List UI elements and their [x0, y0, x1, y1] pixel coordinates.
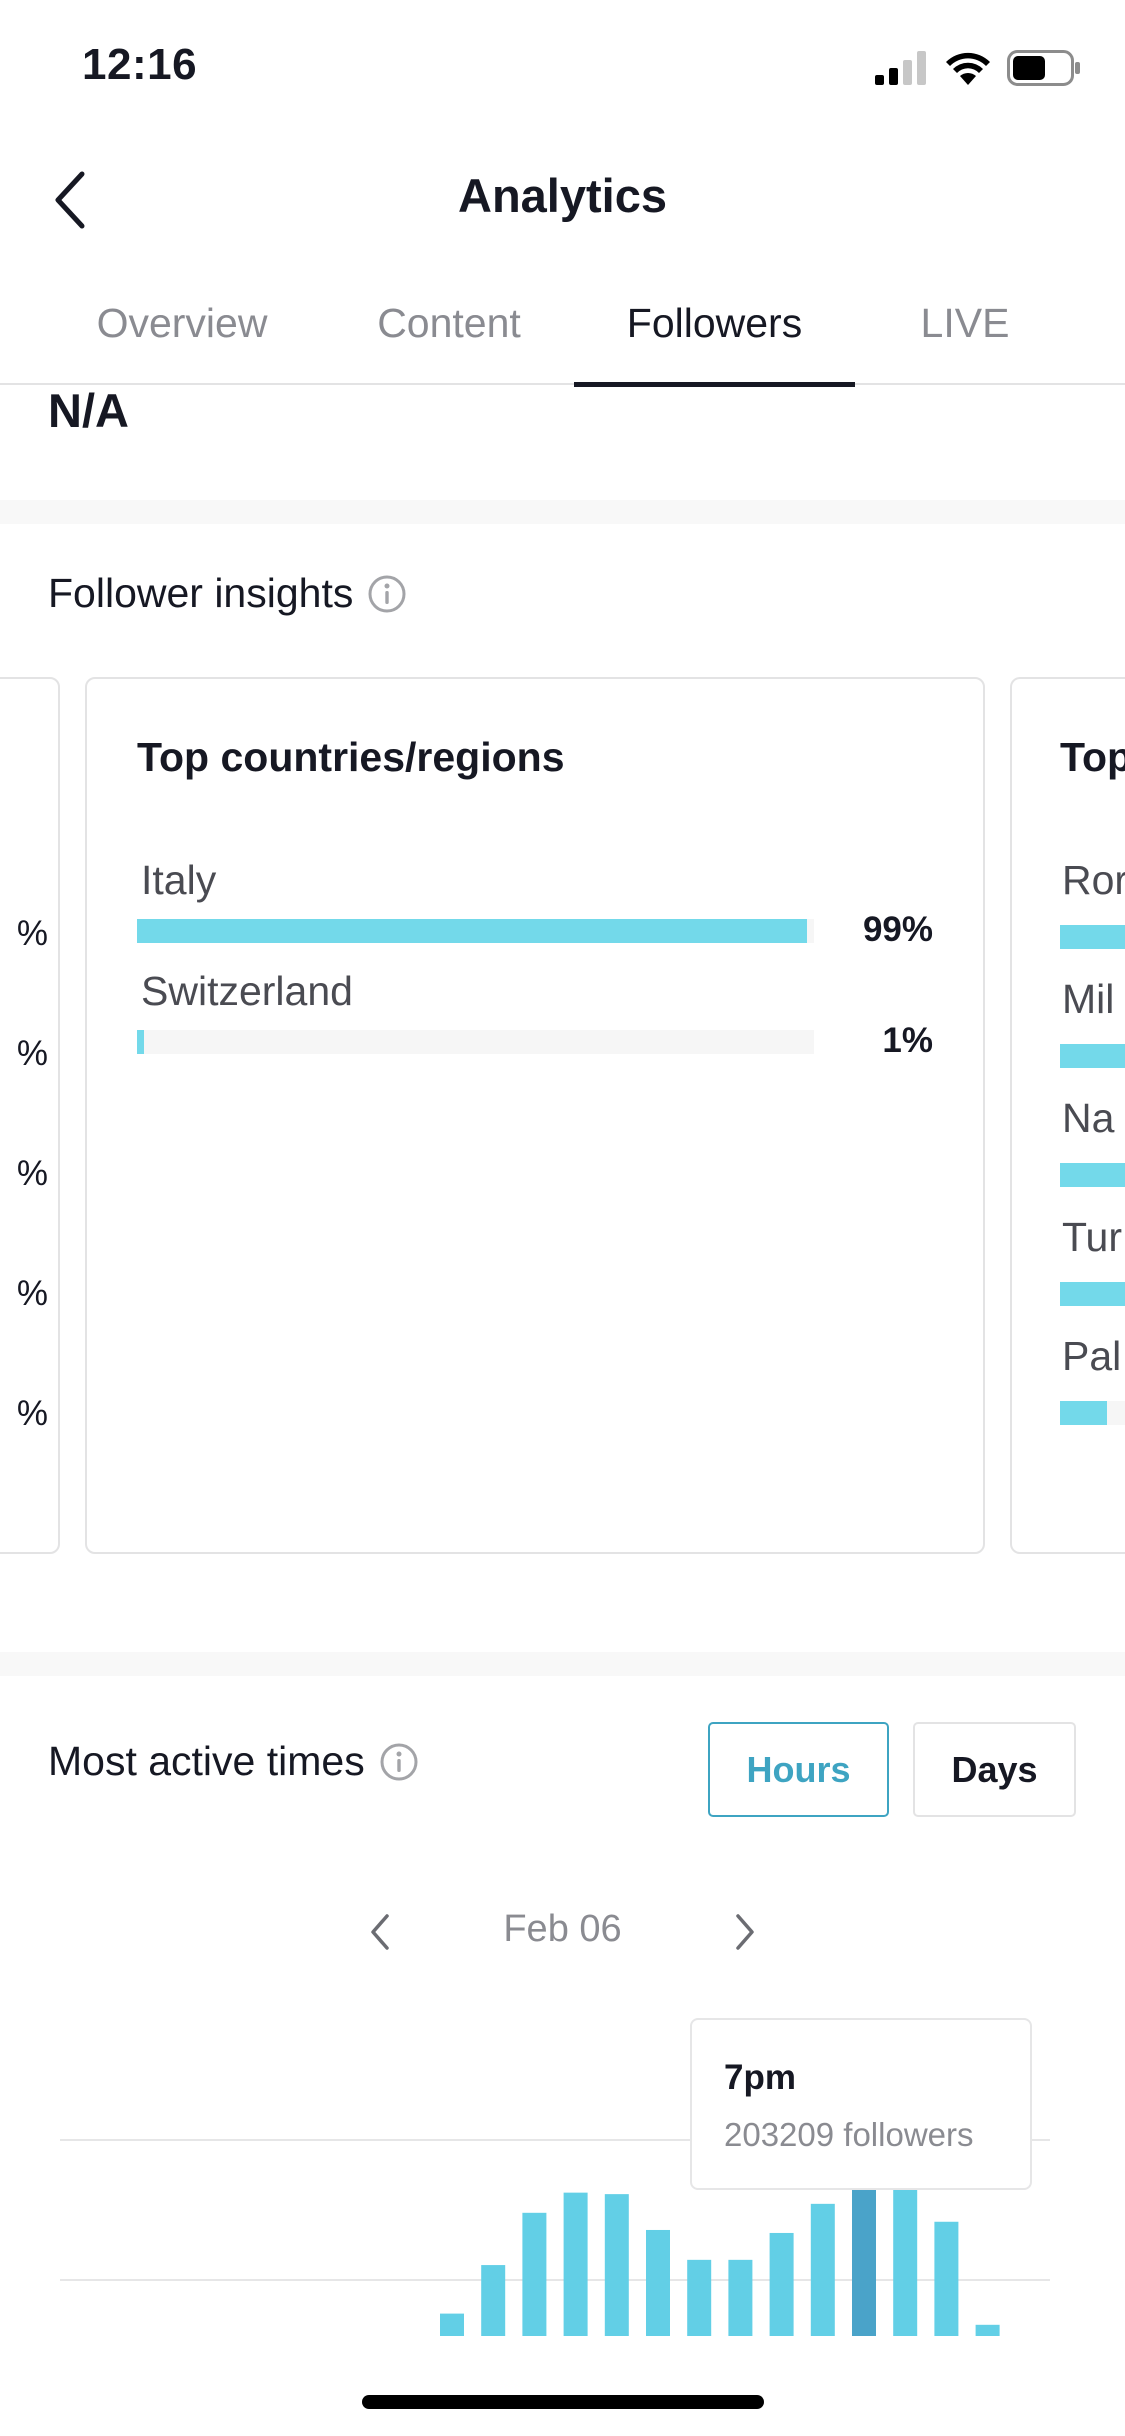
tab-live[interactable]: LIVE [910, 300, 1020, 385]
percent-fragment: % [16, 1394, 48, 1433]
tab-overview[interactable]: Overview [82, 300, 282, 385]
city-bar-fill [1060, 925, 1125, 949]
chart-bar[interactable] [810, 2203, 835, 2336]
cellular-signal-icon [875, 51, 926, 85]
city-label: Tur [1062, 1214, 1122, 1260]
section-title: Follower insights [48, 570, 354, 616]
most-active-times-header: Most active times [48, 1738, 419, 1785]
analytics-tabs: Overview Content Followers LIVE [0, 280, 1125, 387]
battery-icon [1007, 50, 1080, 86]
country-percent: 1% [882, 1021, 933, 1060]
summary-value: N/A [48, 384, 129, 437]
city-bar [1060, 1282, 1125, 1306]
selected-date: Feb 06 [503, 1908, 622, 1950]
days-toggle-button[interactable]: Days [913, 1722, 1076, 1817]
country-label: Switzerland [141, 968, 353, 1014]
wifi-icon [946, 52, 990, 85]
hours-toggle-button[interactable]: Hours [708, 1722, 889, 1817]
card-title: Top countries/regions [137, 734, 565, 780]
city-bar-fill [1060, 1044, 1125, 1068]
chart-bar-selected[interactable] [852, 2184, 876, 2336]
city-label: Mil [1062, 976, 1115, 1022]
chart-bar[interactable] [975, 2324, 1000, 2336]
info-circle-icon[interactable] [367, 574, 407, 614]
follower-insights-header: Follower insights [48, 570, 407, 617]
country-bar-fill [137, 1030, 144, 1054]
card-title: Top [1060, 734, 1125, 780]
country-bar [137, 1030, 814, 1054]
section-divider [0, 1652, 1125, 1676]
tab-followers[interactable]: Followers [574, 300, 855, 387]
city-bar [1060, 1401, 1125, 1425]
city-bar-fill [1060, 1163, 1125, 1187]
city-label: Pal [1062, 1333, 1122, 1379]
percent-fragment: % [16, 1034, 48, 1073]
page-title: Analytics [458, 169, 667, 222]
status-time: 12:16 [82, 40, 198, 89]
section-divider [0, 500, 1125, 524]
chart-tooltip: 7pm 203209 followers [690, 2018, 1032, 2190]
chart-bar[interactable] [893, 2184, 918, 2336]
chevron-right-icon [736, 1914, 754, 1950]
chart-bar[interactable] [604, 2194, 629, 2336]
tab-label: Content [377, 300, 521, 346]
section-title: Most active times [48, 1738, 365, 1784]
insight-card-left-peek[interactable]: % % % % % [0, 677, 60, 1554]
tooltip-followers: 203209 followers [724, 2116, 974, 2153]
chart-bar[interactable] [563, 2192, 588, 2336]
country-bar-fill [137, 919, 808, 943]
city-bar [1060, 1044, 1125, 1068]
chart-bar[interactable] [728, 2259, 753, 2336]
country-percent: 99% [862, 910, 933, 949]
city-bar-fill [1060, 1401, 1108, 1425]
city-bar [1060, 925, 1125, 949]
tab-label: Followers [626, 300, 803, 346]
city-bar-fill [1060, 1282, 1125, 1306]
tab-label: Overview [96, 300, 268, 346]
tab-content[interactable]: Content [358, 300, 540, 385]
tab-label: LIVE [920, 300, 1010, 346]
navigation-bar: Analytics [0, 140, 1125, 260]
active-tab-underline [574, 382, 855, 387]
tooltip-time: 7pm [724, 2058, 796, 2097]
top-countries-card: Top countries/regions Italy 99% Switzerl… [85, 677, 985, 1554]
next-date-button[interactable] [720, 1902, 770, 1962]
status-bar: 12:16 [0, 0, 1125, 130]
country-bar [137, 919, 814, 943]
home-indicator [362, 2395, 764, 2409]
chart-bar[interactable] [687, 2259, 712, 2336]
percent-fragment: % [16, 914, 48, 953]
chart-bar[interactable] [769, 2232, 794, 2336]
chart-bar[interactable] [522, 2212, 547, 2336]
status-icons [875, 50, 1081, 86]
info-circle-icon[interactable] [379, 1742, 419, 1782]
percent-fragment: % [16, 1154, 48, 1193]
percent-fragment: % [16, 1274, 48, 1313]
city-bar [1060, 1163, 1125, 1187]
country-label: Italy [141, 857, 217, 903]
city-label: Na [1062, 1095, 1115, 1141]
chart-bar[interactable] [481, 2265, 506, 2336]
city-label: Ror [1062, 857, 1125, 903]
top-cities-card-peek[interactable]: Top Ror Mil Na Tur Pal [1010, 677, 1125, 1554]
chart-bar[interactable] [646, 2229, 670, 2336]
chart-bar[interactable] [934, 2221, 959, 2336]
chart-bar[interactable] [440, 2313, 464, 2336]
